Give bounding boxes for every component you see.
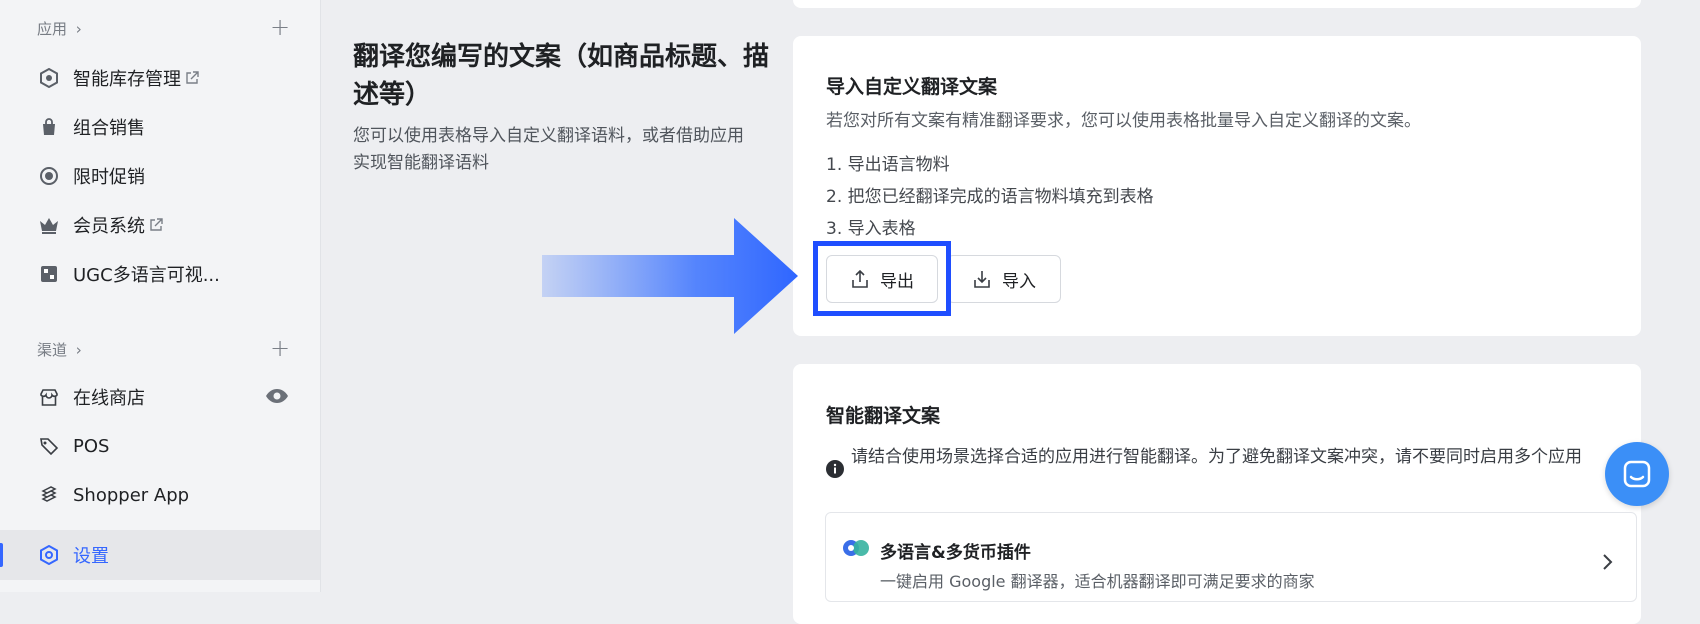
external-link-icon — [149, 218, 163, 232]
layers-icon — [37, 483, 61, 507]
sidebar-item-label: 会员系统 — [73, 216, 145, 237]
step-2: 2. 把您已经翻译完成的语言物料填充到表格 — [826, 187, 1154, 207]
chevron-right-icon: › — [75, 341, 82, 359]
download-icon — [974, 271, 990, 288]
external-link-icon — [185, 71, 199, 85]
active-indicator — [0, 543, 3, 567]
sidebar-item-label: 在线商店 — [73, 388, 145, 409]
sidebar-item-bundle-sales[interactable]: 组合销售 — [37, 107, 145, 147]
eye-icon[interactable] — [265, 386, 289, 406]
import-card-title: 导入自定义翻译文案 — [826, 76, 998, 98]
previous-card — [793, 0, 1641, 8]
import-button-label: 导入 — [1002, 271, 1036, 292]
apps-header-label: 应用 — [37, 20, 68, 38]
channels-header-label: 渠道 — [37, 341, 68, 359]
plugin-name: 多语言&多货币插件 — [880, 543, 1031, 563]
sidebar-item-ugc[interactable]: UGC多语言可视... — [37, 254, 220, 294]
smart-card-title: 智能翻译文案 — [826, 405, 941, 427]
import-button[interactable]: 导入 — [947, 255, 1061, 303]
hexagon-app-icon — [37, 66, 61, 90]
page-description: 您可以使用表格导入自定义翻译语料，或者借助应用实现智能翻译语料 — [353, 126, 744, 173]
smart-card-notice: 请结合使用场景选择合适的应用进行智能翻译。为了避免翻译文案冲突，请不要同时启用多… — [851, 447, 1582, 467]
import-card-subtitle: 若您对所有文案有精准翻译要求，您可以使用表格批量导入自定义翻译的文案。 — [826, 111, 1421, 131]
shopping-bag-icon — [37, 115, 61, 139]
sidebar-item-flash-sale[interactable]: 限时促销 — [37, 156, 145, 196]
sidebar-item-inventory[interactable]: 智能库存管理 — [37, 58, 199, 98]
add-app-icon[interactable]: + — [270, 15, 290, 39]
chevron-right-icon: › — [75, 20, 82, 38]
clock-coin-icon — [37, 164, 61, 188]
plugin-logo-icon — [842, 538, 870, 558]
chat-support-button[interactable] — [1605, 442, 1669, 506]
sidebar-item-label: POS — [73, 435, 110, 457]
export-highlight-box — [813, 241, 951, 316]
storefront-icon — [37, 385, 61, 409]
sidebar-item-label: 设置 — [73, 546, 109, 567]
step-3: 3. 导入表格 — [826, 219, 916, 239]
sidebar-item-shopper-app[interactable]: Shopper App — [37, 475, 189, 515]
apps-section-header[interactable]: 应用 › — [37, 18, 82, 39]
sidebar-item-pos[interactable]: POS — [37, 426, 109, 466]
add-channel-icon[interactable]: + — [270, 336, 290, 360]
plugin-description: 一键启用 Google 翻译器，适合机器翻译即可满足要求的商家 — [880, 572, 1315, 591]
tag-icon — [37, 434, 61, 458]
sidebar-item-membership[interactable]: 会员系统 — [37, 205, 163, 245]
settings-hexagon-icon — [37, 543, 61, 567]
ugc-app-icon — [37, 262, 61, 286]
sidebar-item-label: UGC多语言可视... — [73, 265, 220, 286]
page-title: 翻译您编写的文案（如商品标题、描述等） — [353, 42, 770, 110]
info-icon — [826, 460, 844, 478]
sidebar-item-settings[interactable]: 设置 — [37, 535, 109, 575]
guide-arrow-icon — [540, 214, 800, 338]
step-1: 1. 导出语言物料 — [826, 155, 950, 175]
sidebar-item-label: 组合销售 — [73, 118, 145, 139]
sidebar-item-label: 智能库存管理 — [73, 69, 181, 90]
sidebar-item-label: Shopper App — [73, 484, 190, 506]
chat-icon — [1623, 460, 1651, 488]
channels-section-header[interactable]: 渠道 › — [37, 339, 82, 360]
chevron-right-icon[interactable] — [1600, 552, 1614, 572]
crown-icon — [37, 213, 61, 237]
sidebar-item-label: 限时促销 — [73, 167, 145, 188]
sidebar-item-online-store[interactable]: 在线商店 — [37, 377, 145, 417]
